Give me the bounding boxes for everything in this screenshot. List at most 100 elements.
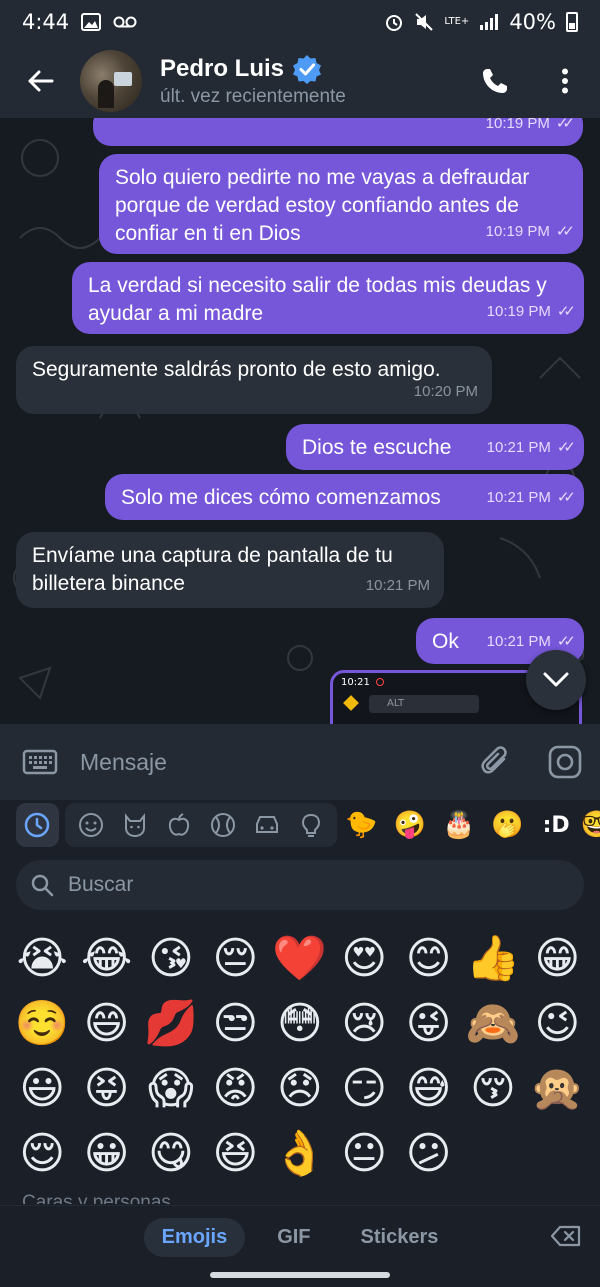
emoji-item[interactable]: 😭 [10,926,74,991]
message-meta: 10:21 PM ✓✓ [486,484,576,512]
emoji-item[interactable]: 😞 [268,1056,332,1121]
food-category-tab[interactable] [157,803,201,847]
tab-stickers[interactable]: Stickers [343,1218,457,1257]
message-text: La verdad si necesito salir de todas mis… [88,274,547,325]
more-vert-icon [562,68,568,94]
emoji-item[interactable]: 😒 [203,991,267,1056]
emoji-item[interactable]: 😜 [396,991,460,1056]
verified-badge-icon [293,55,322,84]
emoji-item[interactable]: 😕 [396,1121,460,1186]
recent-category-tab[interactable] [16,803,59,847]
attach-button[interactable] [460,745,530,779]
emoji-item[interactable]: 👌 [268,1121,332,1186]
message-time: 10:21 PM [486,489,551,506]
message-bubble-out[interactable]: 10:19 PM ✓✓ [93,118,583,146]
message-time: 10:21 PM [486,633,551,650]
emoji-item[interactable]: 😏 [332,1056,396,1121]
signal-icon [479,13,499,31]
sticker-pack-tab[interactable]: 🤪 [386,803,435,847]
emoji-item[interactable]: ❤️ [268,926,332,991]
message-bubble-in[interactable]: Envíame una captura de pantalla de tu bi… [16,532,444,608]
sticker-pack-tab[interactable]: :D [532,803,581,847]
emoji-item[interactable]: 😘 [139,926,203,991]
sticker-pack-tab[interactable]: 🤓 [580,803,599,847]
emoji-item[interactable]: 😐 [332,1121,396,1186]
message-bubble-out[interactable]: Solo me dices cómo comenzamos 10:21 PM ✓✓ [105,474,584,520]
emoji-item[interactable]: 😌 [10,1121,74,1186]
travel-category-tab[interactable] [245,803,289,847]
alarm-icon [384,12,404,32]
message-time: 10:20 PM [413,383,478,400]
status-time: 4:44 [22,10,70,34]
more-options-button[interactable] [530,44,600,118]
image-icon [81,13,102,31]
emoji-item[interactable]: 😚 [461,1056,525,1121]
status-bar: 4:44 LTE+ 40% [0,0,600,44]
emoji-category-group [64,803,337,847]
objects-category-tab[interactable] [289,803,333,847]
tab-gif[interactable]: GIF [259,1218,328,1257]
sticker-pack-tab[interactable]: 🫢 [483,803,532,847]
scroll-down-button[interactable] [526,650,586,710]
emoji-item[interactable]: 😆 [203,1121,267,1186]
emoji-item[interactable]: 😂 [74,926,138,991]
animals-category-tab[interactable] [113,803,157,847]
emoji-item[interactable]: 😉 [525,991,589,1056]
message-time: 10:21 PM [365,577,430,594]
emoji-item[interactable]: 😅 [396,1056,460,1121]
message-input[interactable]: Mensaje [80,749,460,776]
emoji-item[interactable]: 🙊 [525,1056,589,1121]
emoji-item[interactable]: 😡 [203,1056,267,1121]
message-meta: 10:20 PM [414,378,478,406]
backspace-button[interactable] [550,1224,582,1252]
call-button[interactable] [460,44,530,118]
emoji-item[interactable]: 😱 [139,1056,203,1121]
emoji-item[interactable]: 😢 [332,991,396,1056]
emoji-item[interactable]: 😝 [74,1056,138,1121]
emoji-item[interactable]: 😀 [74,1121,138,1186]
message-text: Ok [432,630,459,653]
message-text: Envíame una captura de pantalla de tu bi… [32,544,393,595]
message-meta: 10:19 PM ✓✓ [486,298,576,326]
emoji-search-field[interactable]: Buscar [16,860,584,910]
camera-button[interactable] [530,745,600,779]
emoji-item[interactable]: 😳 [268,991,332,1056]
back-button[interactable] [0,44,80,118]
emoji-item[interactable]: 👍 [461,926,525,991]
gesture-nav-bar[interactable] [210,1272,390,1278]
contact-info[interactable]: Pedro Luis últ. vez recientemente [160,54,460,108]
contact-avatar[interactable] [80,50,142,112]
message-text: Seguramente saldrás pronto de esto amigo… [32,358,441,381]
message-bubble-in[interactable]: Seguramente saldrás pronto de esto amigo… [16,346,492,414]
message-bubble-out[interactable]: La verdad si necesito salir de todas mis… [72,262,584,334]
sticker-pack-tab[interactable]: 🐤 [337,803,386,847]
emoji-item[interactable]: ☺️ [10,991,74,1056]
activity-category-tab[interactable] [201,803,245,847]
emoji-item[interactable]: 😊 [396,926,460,991]
network-type-label: LTE+ [444,16,470,27]
emoji-item[interactable]: 😔 [203,926,267,991]
keyboard-toggle-button[interactable] [0,748,80,776]
contact-name: Pedro Luis [160,55,285,82]
emoji-item[interactable]: 💋 [139,991,203,1056]
emoji-item[interactable]: 😁 [525,926,589,991]
emoji-item[interactable]: 😃 [10,1056,74,1121]
emoji-item[interactable]: 😄 [74,991,138,1056]
emoji-panel: 🐤 🤪 🎂 🫢 :D 🤓 Buscar 😭 😂 😘 😔 ❤️ 😍 😊 👍 😁 ☺️ 😄 💋 😒 😳 😢 😜 🙈 😉… [0,800,600,1287]
message-list[interactable]: 10:19 PM ✓✓ Solo quiero pedirte no me vay… [0,118,600,724]
message-bubble-out[interactable]: Solo quiero pedirte no me vayas a defrau… [99,154,583,254]
message-text: Solo me dices cómo comenzamos [121,486,441,509]
ball-icon [210,813,235,837]
message-time: 10:19 PM [485,223,550,240]
emoji-item[interactable]: 😋 [139,1121,203,1186]
last-seen-status: últ. vez recientemente [160,86,346,107]
message-bubble-out[interactable]: Dios te escuche 10:21 PM ✓✓ [286,424,584,470]
smileys-category-tab[interactable] [69,803,113,847]
message-time: 10:19 PM [486,303,551,320]
emoji-item[interactable]: 🙈 [461,991,525,1056]
tab-emojis[interactable]: Emojis [143,1218,246,1257]
sticker-pack-tab[interactable]: 🎂 [434,803,483,847]
emoji-item[interactable]: 😍 [332,926,396,991]
cat-icon [124,813,145,838]
preview-time: 10:21 [341,676,370,688]
